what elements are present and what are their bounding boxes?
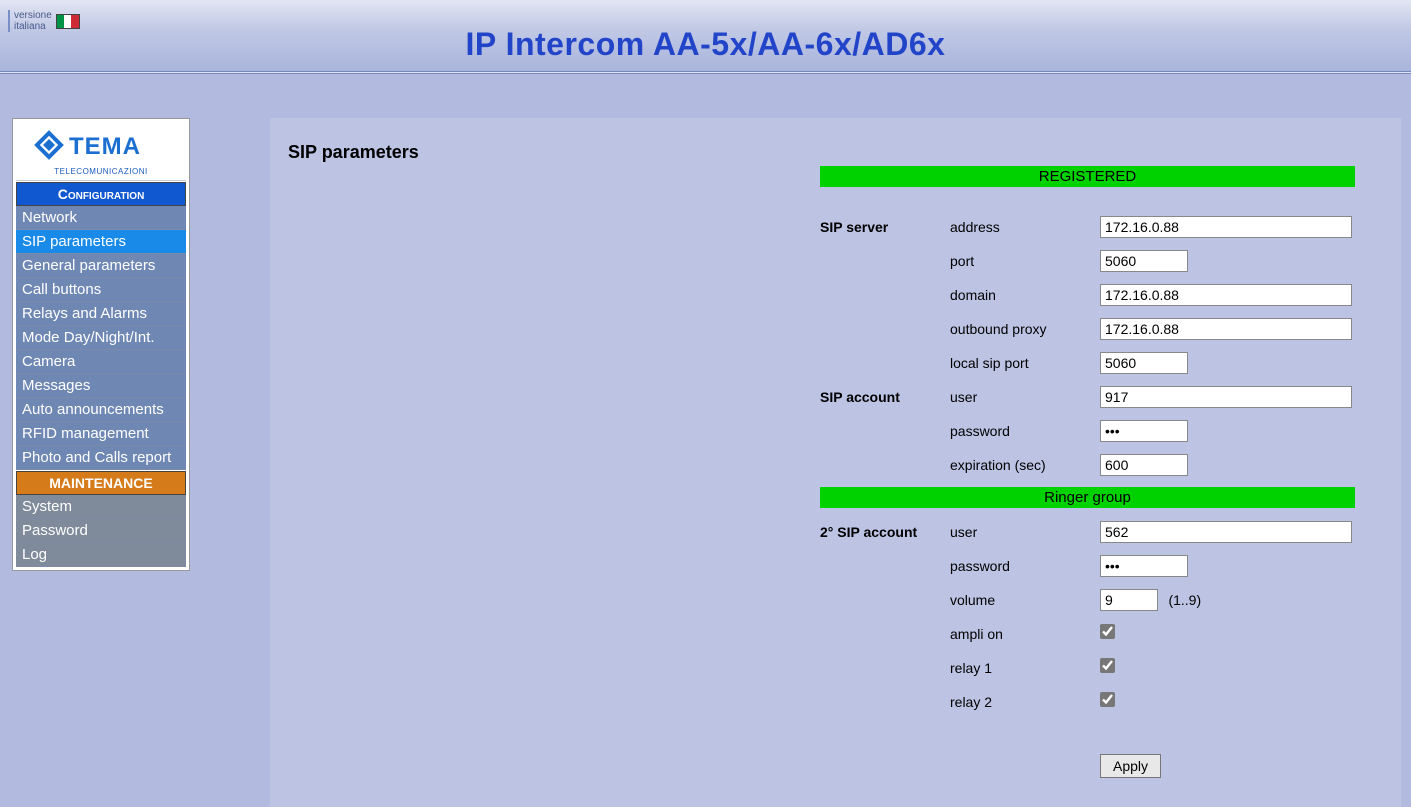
input-domain[interactable] xyxy=(1100,284,1352,306)
label-password2: password xyxy=(950,558,1100,574)
volume-hint: (1..9) xyxy=(1168,592,1201,608)
input-expiration[interactable] xyxy=(1100,454,1188,476)
page-title: IP Intercom AA-5x/AA-6x/AD6x xyxy=(0,26,1411,63)
sidebar-item-call-buttons[interactable]: Call buttons xyxy=(16,278,186,302)
svg-text:TEMA: TEMA xyxy=(69,133,141,160)
section-header-configuration: Configuration xyxy=(16,182,186,206)
input-outbound-proxy[interactable] xyxy=(1100,318,1352,340)
sidebar: TEMA TELECOMUNICAZIONI Configuration Net… xyxy=(12,118,190,571)
label-relay2: relay 2 xyxy=(950,694,1100,710)
tema-logo-icon: TEMA xyxy=(31,130,171,164)
sidebar-item-auto-announcements[interactable]: Auto announcements xyxy=(16,398,186,422)
sidebar-item-messages[interactable]: Messages xyxy=(16,374,186,398)
input-user2[interactable] xyxy=(1100,521,1352,543)
content-panel: SIP parameters REGISTERED SIP server add… xyxy=(270,118,1401,807)
sidebar-item-password[interactable]: Password xyxy=(16,519,186,543)
checkbox-ampli-on[interactable] xyxy=(1100,624,1115,639)
sidebar-item-sip-parameters[interactable]: SIP parameters xyxy=(16,230,186,254)
input-user1[interactable] xyxy=(1100,386,1352,408)
sidebar-item-relays-and-alarms[interactable]: Relays and Alarms xyxy=(16,302,186,326)
sidebar-item-system[interactable]: System xyxy=(16,495,186,519)
content-title: SIP parameters xyxy=(288,142,1383,163)
input-local-sip-port[interactable] xyxy=(1100,352,1188,374)
label-outbound-proxy: outbound proxy xyxy=(950,321,1100,337)
logo-subtitle: TELECOMUNICAZIONI xyxy=(20,167,182,176)
section-sip-account: SIP account xyxy=(820,389,950,405)
input-address[interactable] xyxy=(1100,216,1352,238)
label-volume: volume xyxy=(950,592,1100,608)
label-port: port xyxy=(950,253,1100,269)
label-ampli-on: ampli on xyxy=(950,626,1100,642)
label-user2: user xyxy=(950,524,1100,540)
section-sip-server: SIP server xyxy=(820,219,950,235)
sidebar-item-rfid-management[interactable]: RFID management xyxy=(16,422,186,446)
checkbox-relay1[interactable] xyxy=(1100,658,1115,673)
sip-form: REGISTERED SIP server address port domai… xyxy=(820,166,1355,788)
input-port[interactable] xyxy=(1100,250,1188,272)
apply-button[interactable]: Apply xyxy=(1100,754,1161,778)
input-password2[interactable] xyxy=(1100,555,1188,577)
label-local-sip-port: local sip port xyxy=(950,355,1100,371)
label-user1: user xyxy=(950,389,1100,405)
label-password1: password xyxy=(950,423,1100,439)
label-relay1: relay 1 xyxy=(950,660,1100,676)
header: versione italiana IP Intercom AA-5x/AA-6… xyxy=(0,0,1411,74)
section-second-sip-account: 2° SIP account xyxy=(820,524,950,540)
label-expiration: expiration (sec) xyxy=(950,457,1100,473)
checkbox-relay2[interactable] xyxy=(1100,692,1115,707)
registration-status: REGISTERED xyxy=(820,166,1355,187)
sidebar-item-log[interactable]: Log xyxy=(16,543,186,567)
label-domain: domain xyxy=(950,287,1100,303)
sidebar-item-photo-and-calls-report[interactable]: Photo and Calls report xyxy=(16,446,186,470)
ringer-group-header: Ringer group xyxy=(820,487,1355,508)
input-volume[interactable] xyxy=(1100,589,1158,611)
logo: TEMA TELECOMUNICAZIONI xyxy=(16,122,186,181)
sidebar-item-mode-day-night-int-[interactable]: Mode Day/Night/Int. xyxy=(16,326,186,350)
sidebar-item-general-parameters[interactable]: General parameters xyxy=(16,254,186,278)
label-address: address xyxy=(950,219,1100,235)
section-header-maintenance: MAINTENANCE xyxy=(16,471,186,495)
sidebar-item-network[interactable]: Network xyxy=(16,206,186,230)
input-password1[interactable] xyxy=(1100,420,1188,442)
sidebar-item-camera[interactable]: Camera xyxy=(16,350,186,374)
